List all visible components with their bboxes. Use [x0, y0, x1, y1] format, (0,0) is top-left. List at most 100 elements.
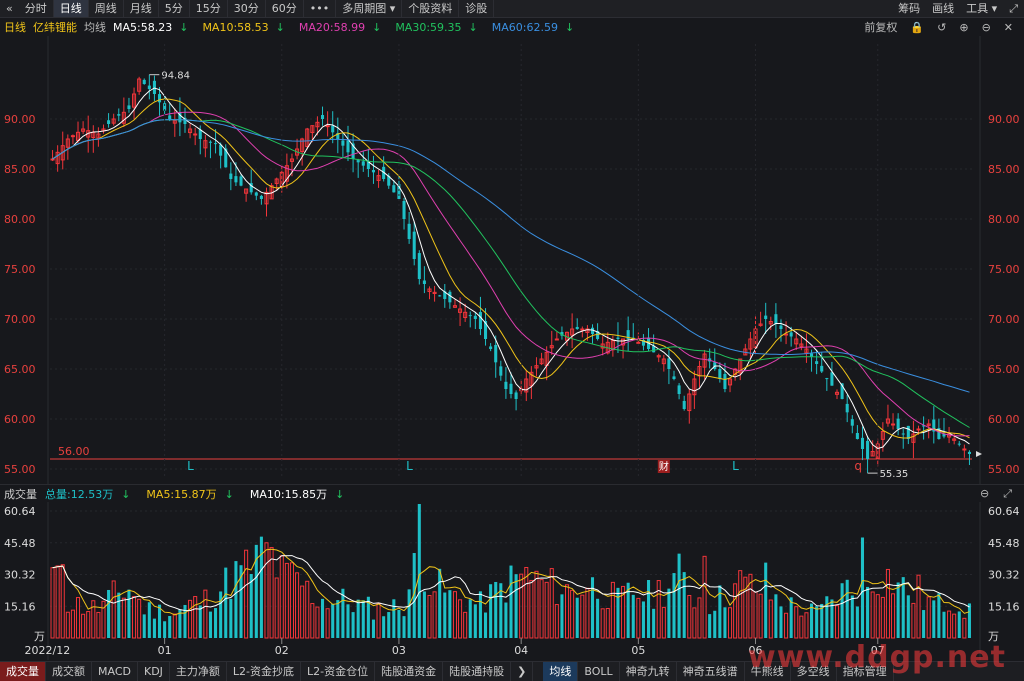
- candle-body: [239, 176, 243, 186]
- candle-body: [50, 158, 55, 161]
- scroll-right-icon[interactable]: ❯: [511, 662, 534, 681]
- ma-label[interactable]: 均线: [84, 19, 106, 35]
- volume-axis-label-right: 60.64: [988, 505, 1020, 518]
- candle-body: [810, 353, 814, 357]
- chips-button[interactable]: 筹码: [892, 0, 926, 17]
- candle-body: [356, 160, 360, 163]
- volume-bar: [65, 611, 70, 639]
- candle-body: [142, 79, 146, 84]
- high-label: 94.84: [161, 71, 190, 82]
- indicator-tab-8[interactable]: 陆股通持股: [443, 662, 512, 681]
- tab-5min[interactable]: 5分: [159, 0, 190, 17]
- stock-profile-button[interactable]: 个股资料: [402, 0, 460, 17]
- tab-60min[interactable]: 60分: [266, 0, 304, 17]
- tab-fenshi[interactable]: 分时: [19, 0, 54, 17]
- signal-marker-3: L: [732, 459, 739, 473]
- lock-icon[interactable]: 🔒: [910, 21, 924, 34]
- candle-body: [254, 192, 258, 196]
- indicator-tab-7[interactable]: 陆股通资金: [375, 662, 444, 681]
- candle-body: [815, 361, 819, 364]
- volume-axis-label-left: 60.64: [4, 505, 36, 518]
- indicator-tab-0[interactable]: 成交量: [0, 662, 46, 681]
- close-icon[interactable]: ✕: [1004, 21, 1013, 34]
- volume-label: 成交量: [4, 488, 37, 501]
- candle-body: [117, 114, 121, 116]
- price-axis-label-right: 75.00: [988, 263, 1020, 276]
- volume-bar: [274, 577, 279, 639]
- candle-body: [514, 392, 518, 399]
- tools-dropdown[interactable]: 工具 ▾: [960, 0, 1003, 17]
- indicator-tab-6[interactable]: L2-资金仓位: [301, 662, 376, 681]
- back-chevron-icon[interactable]: «: [0, 0, 19, 17]
- multi-period-dropdown[interactable]: 多周期图 ▾: [336, 0, 403, 17]
- candle-body: [229, 173, 233, 179]
- candle-body: [723, 373, 727, 389]
- volume-units-right: 万: [988, 630, 999, 643]
- volume-bar: [815, 606, 819, 638]
- volume-bar: [229, 598, 233, 638]
- indicator-tab-4[interactable]: 主力净额: [170, 662, 227, 681]
- indicator-tab-2[interactable]: MACD: [92, 662, 138, 681]
- overlay-tab-5[interactable]: 多空线: [791, 662, 837, 681]
- ma60-line: [52, 119, 970, 393]
- volume-bar: [310, 603, 315, 639]
- expand-icon[interactable]: ⤢: [1003, 487, 1012, 501]
- draw-line-button[interactable]: 画线: [926, 0, 960, 17]
- overlay-tab-2[interactable]: 神奇九转: [620, 662, 677, 681]
- volume-bar: [957, 611, 961, 638]
- volume-bar: [494, 581, 498, 638]
- volume-bar: [249, 574, 253, 638]
- stock-name: 亿纬锂能: [33, 21, 77, 34]
- period-toolbar: « 分时 日线 周线 月线 5分 15分 30分 60分 ••• 多周期图 ▾ …: [0, 0, 1024, 18]
- tab-monthly[interactable]: 月线: [124, 0, 159, 17]
- adjust-dropdown[interactable]: 前复权: [864, 19, 897, 35]
- volume-bar: [432, 591, 437, 639]
- zoom-out-icon[interactable]: ⊖: [980, 487, 989, 501]
- tab-15min[interactable]: 15分: [190, 0, 228, 17]
- undo-icon[interactable]: ↺: [937, 21, 946, 34]
- volume-chart[interactable]: 60.64 60.64 45.48 45.48 30.32 30.32 15.16 15.16…: [0, 502, 1024, 660]
- volume-bar: [728, 607, 733, 639]
- price-axis-label-right: 60.00: [988, 413, 1020, 426]
- expand-icon[interactable]: ⤢: [1003, 0, 1024, 17]
- zoom-in-icon[interactable]: ⊕: [959, 21, 968, 34]
- tab-30min[interactable]: 30分: [228, 0, 266, 17]
- volume-ma10: MA10:15.85万 ↓: [249, 488, 345, 501]
- overlay-tab-4[interactable]: 牛熊线: [745, 662, 791, 681]
- volume-bar: [132, 596, 137, 639]
- more-periods-button[interactable]: •••: [304, 0, 337, 17]
- volume-bar: [906, 595, 910, 638]
- volume-bar: [647, 580, 651, 638]
- volume-bar: [916, 574, 921, 639]
- volume-bar: [850, 595, 854, 638]
- candle-body: [682, 400, 686, 409]
- price-chart[interactable]: 90.00 90.00 85.00 85.00 80.00 80.00 75.00 75.00…: [0, 36, 1024, 484]
- indicator-tab-1[interactable]: 成交额: [46, 662, 92, 681]
- overlay-tab-0[interactable]: 均线: [543, 662, 579, 681]
- volume-bar: [866, 586, 870, 638]
- tab-weekly[interactable]: 周线: [89, 0, 124, 17]
- candle-body: [422, 280, 426, 284]
- volume-bar: [152, 618, 156, 638]
- volume-bar: [142, 614, 146, 638]
- price-axis-label-right: 55.00: [988, 463, 1020, 476]
- volume-bar: [489, 584, 493, 638]
- volume-bar: [468, 599, 472, 638]
- candle-body: [866, 440, 870, 459]
- candle-body: [259, 195, 263, 199]
- volume-bar: [743, 576, 748, 639]
- month-label: 2022/12: [25, 644, 71, 657]
- overlay-tab-6[interactable]: 指标管理: [837, 662, 894, 681]
- overlay-tab-1[interactable]: BOLL: [578, 662, 620, 681]
- candle-body: [784, 333, 789, 336]
- zoom-out-icon[interactable]: ⊖: [982, 21, 991, 34]
- volume-ma5: MA5:15.87万 ↓: [146, 488, 234, 501]
- volume-bar: [610, 581, 615, 639]
- volume-bar: [753, 591, 758, 639]
- diagnose-button[interactable]: 诊股: [459, 0, 495, 17]
- volume-bar: [942, 611, 946, 638]
- tab-daily[interactable]: 日线: [53, 0, 89, 17]
- indicator-tab-5[interactable]: L2-资金抄底: [227, 662, 302, 681]
- indicator-tab-3[interactable]: KDJ: [138, 662, 170, 681]
- overlay-tab-3[interactable]: 神奇五线谱: [677, 662, 745, 681]
